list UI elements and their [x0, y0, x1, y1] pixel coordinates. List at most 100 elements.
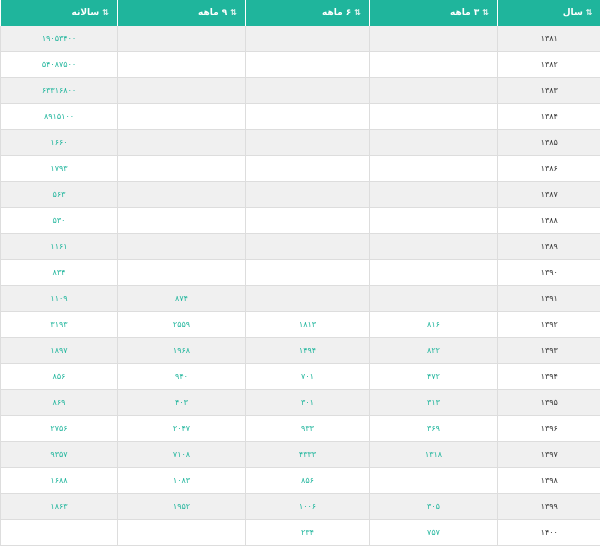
- cell-9-month: [117, 51, 246, 78]
- table-row: ۱۳۹۸ ۸۵۶ ۱۰۸۳ ۱۶۸۸: [0, 467, 600, 494]
- cell-annual: ۱۶۸۸: [0, 467, 118, 494]
- cell-6-month: ۸۵۶: [245, 467, 370, 494]
- cell-9-month: [117, 103, 246, 130]
- column-header-year[interactable]: ⇅سال: [497, 0, 600, 26]
- cell-3-month: [369, 467, 498, 494]
- cell-9-month: [117, 181, 246, 208]
- cell-3-month: ۴۷۲: [369, 363, 498, 390]
- cell-9-month: ۲۰۴۷: [117, 415, 246, 442]
- cell-9-month: [117, 26, 246, 52]
- cell-3-month: ۸۲۲: [369, 337, 498, 364]
- cell-year: ۱۳۹۳: [497, 337, 600, 364]
- table-row: ۱۳۹۳ ۸۲۲ ۱۴۹۴ ۱۹۶۸ ۱۸۹۷: [0, 337, 600, 364]
- cell-6-month: [245, 259, 370, 286]
- cell-annual: ۹۳۵۷: [0, 441, 118, 468]
- sort-icon: ⇅: [230, 8, 237, 17]
- column-header-annual[interactable]: ⇅سالانه: [0, 0, 118, 26]
- cell-6-month: [245, 26, 370, 52]
- cell-year: ۱۳۹۶: [497, 415, 600, 442]
- cell-year: ۱۳۹۱: [497, 285, 600, 312]
- column-header-3-month[interactable]: ⇅۳ ماهه: [369, 0, 498, 26]
- cell-annual: ۲۷۵۶: [0, 415, 118, 442]
- cell-3-month: [369, 129, 498, 156]
- cell-annual: ۱۱۰۹: [0, 285, 118, 312]
- cell-annual: [0, 519, 118, 546]
- cell-year: ۱۳۹۵: [497, 389, 600, 416]
- cell-9-month: [117, 233, 246, 260]
- cell-3-month: [369, 285, 498, 312]
- cell-6-month: [245, 129, 370, 156]
- cell-3-month: ۳۶۹: [369, 415, 498, 442]
- cell-annual: ۱۷۹۳: [0, 155, 118, 182]
- cell-year: ۱۳۹۹: [497, 493, 600, 520]
- cell-annual: ۵۴۰۸۷۵۰۰: [0, 51, 118, 78]
- cell-3-month: [369, 103, 498, 130]
- cell-9-month: ۴۰۳: [117, 389, 246, 416]
- cell-3-month: ۸۱۶: [369, 311, 498, 338]
- table-row: ۱۳۸۴ ۸۹۱۵۱۰۰: [0, 103, 600, 130]
- table-row: ۱۳۹۹ ۳۰۵ ۱۰۰۶ ۱۹۵۲ ۱۸۶۳: [0, 493, 600, 520]
- cell-6-month: ۷۰۱: [245, 363, 370, 390]
- cell-9-month: ۹۴۰: [117, 363, 246, 390]
- cell-9-month: ۸۷۴: [117, 285, 246, 312]
- table-row: ۱۳۹۲ ۸۱۶ ۱۸۱۳ ۲۵۵۹ ۳۱۹۳: [0, 311, 600, 338]
- cell-3-month: ۷۵۷: [369, 519, 498, 546]
- cell-3-month: ۳۱۳: [369, 389, 498, 416]
- cell-year: ۱۳۸۷: [497, 181, 600, 208]
- column-header-6-month[interactable]: ⇅۶ ماهه: [245, 0, 370, 26]
- cell-3-month: [369, 51, 498, 78]
- column-header-label: ۹ ماهه: [198, 8, 228, 18]
- table-row: ۱۳۹۶ ۳۶۹ ۹۳۳ ۲۰۴۷ ۲۷۵۶: [0, 415, 600, 442]
- cell-6-month: ۱۴۹۴: [245, 337, 370, 364]
- column-header-label: سالانه: [71, 8, 100, 18]
- cell-year: ۱۳۹۸: [497, 467, 600, 494]
- cell-annual: ۱۹۰۵۳۴۰۰: [0, 26, 118, 52]
- cell-6-month: [245, 285, 370, 312]
- cell-year: ۱۳۸۹: [497, 233, 600, 260]
- cell-3-month: [369, 155, 498, 182]
- table-row: ۱۳۹۱ ۸۷۴ ۱۱۰۹: [0, 285, 600, 312]
- table-row: ۱۳۹۴ ۴۷۲ ۷۰۱ ۹۴۰ ۸۵۶: [0, 363, 600, 390]
- column-header-label: ۳ ماهه: [450, 8, 480, 18]
- cell-6-month: ۳۰۱: [245, 389, 370, 416]
- cell-6-month: ۱۸۱۳: [245, 311, 370, 338]
- cell-9-month: ۱۹۵۲: [117, 493, 246, 520]
- table-row: ۱۳۹۷ ۱۳۱۸ ۴۳۳۳ ۷۱۰۸ ۹۳۵۷: [0, 441, 600, 468]
- column-header-label: سال: [562, 8, 583, 18]
- cell-annual: ۵۶۳: [0, 181, 118, 208]
- cell-6-month: [245, 207, 370, 234]
- cell-year: ۱۴۰۰: [497, 519, 600, 546]
- sort-icon: ⇅: [354, 8, 361, 17]
- cell-year: ۱۳۸۳: [497, 77, 600, 104]
- cell-3-month: ۱۳۱۸: [369, 441, 498, 468]
- cell-6-month: [245, 51, 370, 78]
- table-row: ۱۳۸۷ ۵۶۳: [0, 181, 600, 208]
- cell-year: ۱۳۸۱: [497, 26, 600, 52]
- table-row: ۱۳۸۲ ۵۴۰۸۷۵۰۰: [0, 51, 600, 78]
- cell-9-month: ۱۰۸۳: [117, 467, 246, 494]
- cell-annual: ۶۳۳۱۶۸۰۰: [0, 77, 118, 104]
- cell-year: ۱۳۸۶: [497, 155, 600, 182]
- cell-year: ۱۳۹۷: [497, 441, 600, 468]
- cell-3-month: [369, 181, 498, 208]
- cell-9-month: [117, 259, 246, 286]
- cell-year: ۱۳۹۲: [497, 311, 600, 338]
- cell-annual: ۵۳۰: [0, 207, 118, 234]
- cell-year: ۱۳۸۴: [497, 103, 600, 130]
- cell-9-month: ۱۹۶۸: [117, 337, 246, 364]
- cell-annual: ۱۶۶۰: [0, 129, 118, 156]
- column-header-9-month[interactable]: ⇅۹ ماهه: [117, 0, 246, 26]
- cell-6-month: ۲۳۴: [245, 519, 370, 546]
- cell-annual: ۳۱۹۳: [0, 311, 118, 338]
- cell-year: ۱۳۹۰: [497, 259, 600, 286]
- cell-annual: ۸۹۱۵۱۰۰: [0, 103, 118, 130]
- cell-9-month: ۲۵۵۹: [117, 311, 246, 338]
- table-row: ۱۳۸۳ ۶۳۳۱۶۸۰۰: [0, 77, 600, 104]
- cell-3-month: [369, 207, 498, 234]
- cell-9-month: [117, 77, 246, 104]
- cell-6-month: ۱۰۰۶: [245, 493, 370, 520]
- cell-6-month: [245, 155, 370, 182]
- table-row: ۱۳۸۵ ۱۶۶۰: [0, 129, 600, 156]
- cell-6-month: [245, 77, 370, 104]
- table-row: ۱۴۰۰ ۷۵۷ ۲۳۴: [0, 519, 600, 546]
